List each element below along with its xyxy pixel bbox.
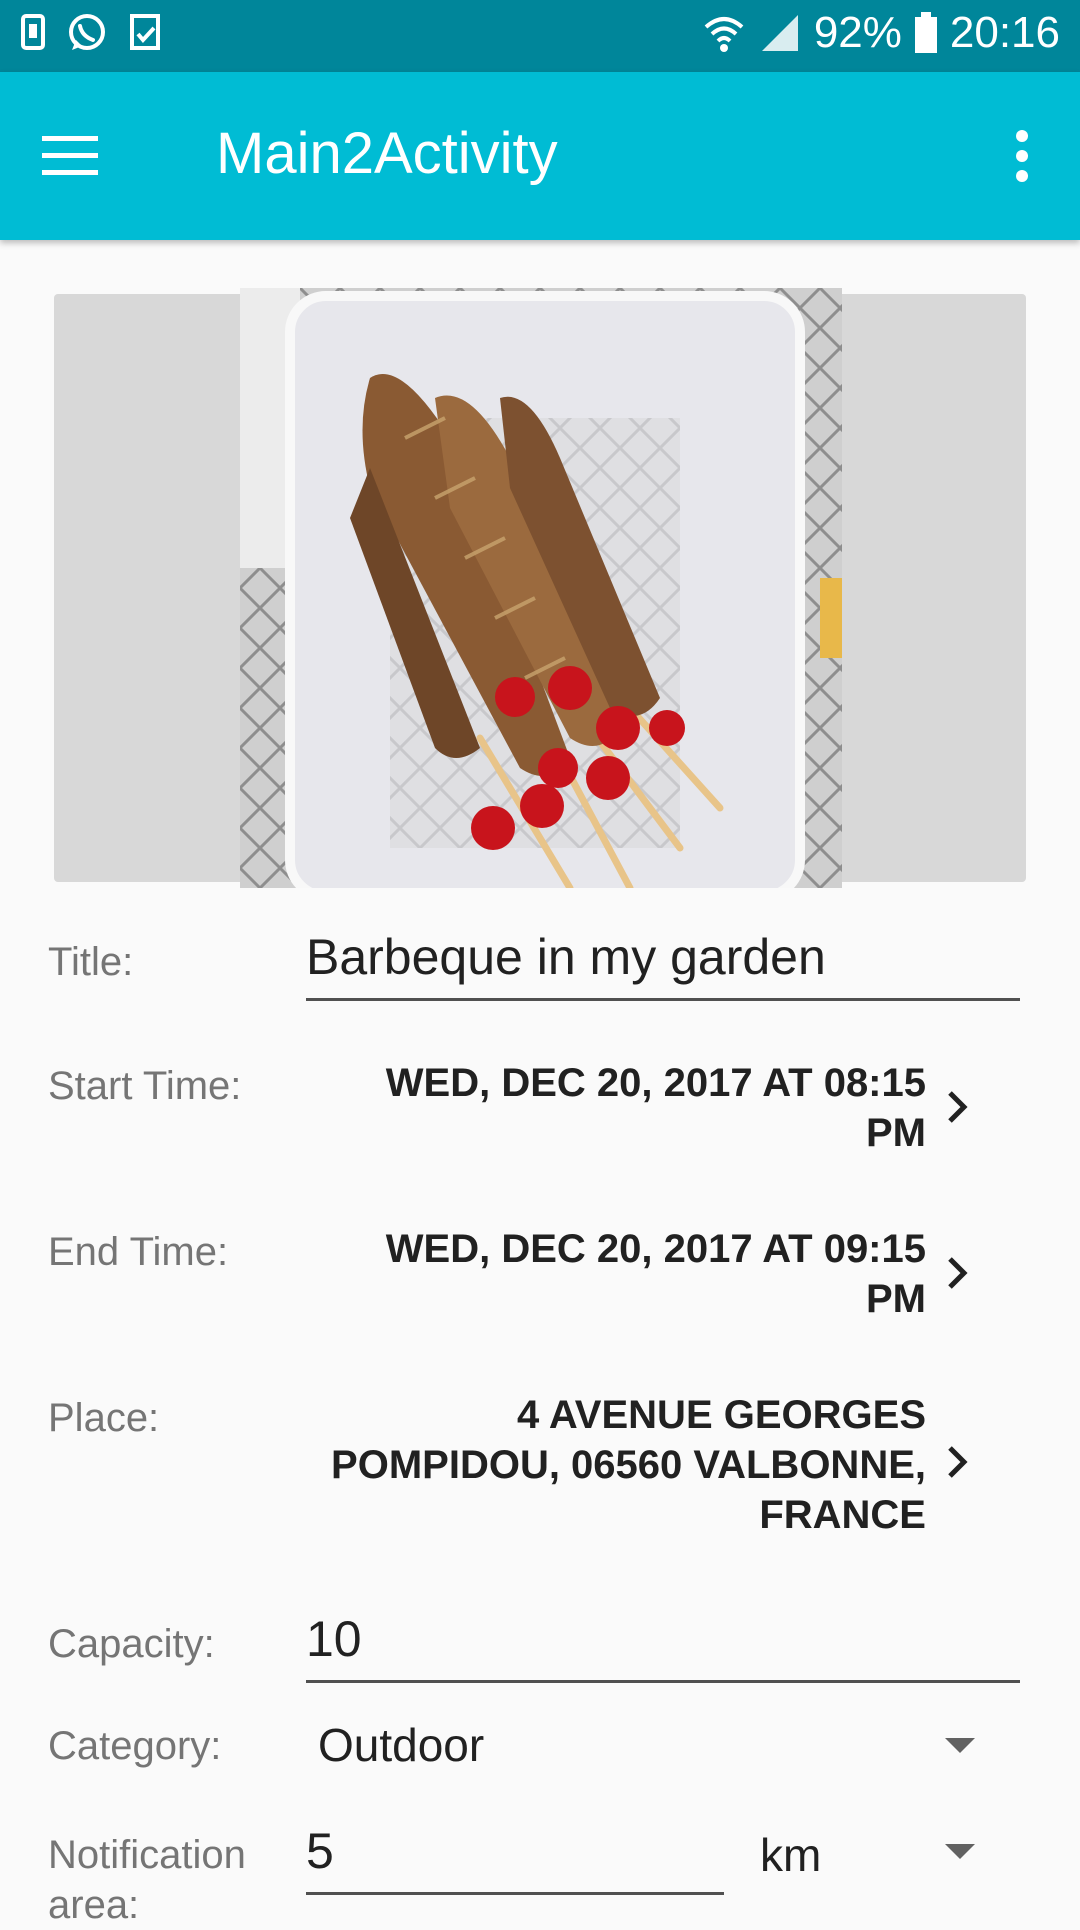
place-line1: 4 AVENUE GEORGES [517, 1393, 926, 1437]
clock: 20:16 [949, 8, 1060, 57]
dropdown-arrow-icon[interactable] [945, 1738, 975, 1753]
category-value: Outdoor [318, 1719, 485, 1771]
app-title: Main2Activity [216, 121, 558, 186]
battery-percent: 92% [813, 8, 902, 57]
status-bar: 92% 20:16 [0, 0, 1080, 72]
chevron-right-icon[interactable] [942, 1442, 972, 1482]
title-label: Title: [48, 940, 134, 984]
notification-input[interactable]: 5 [306, 1822, 724, 1895]
notification-label: Notification area: [48, 1833, 246, 1927]
start-time-line2: PM [866, 1111, 926, 1155]
capacity-input[interactable]: 10 [306, 1610, 1020, 1683]
sync-icon [130, 14, 160, 50]
place-line3: FRANCE [759, 1493, 926, 1537]
place-line2: POMPIDOU, 06560 VALBONNE, [331, 1443, 926, 1487]
wifi-icon [704, 17, 744, 52]
start-time-value[interactable]: WED, DEC 20, 2017 AT 08:15 PM [386, 1058, 926, 1158]
dropdown-arrow-icon[interactable] [945, 1844, 975, 1859]
title-input[interactable]: Barbeque in my garden [306, 928, 1020, 1001]
place-value[interactable]: 4 AVENUE GEORGES POMPIDOU, 06560 VALBONN… [331, 1390, 926, 1540]
category-label: Category: [48, 1724, 222, 1768]
capacity-label: Capacity: [48, 1622, 215, 1666]
sim-icon [21, 14, 45, 50]
hamburger-menu-icon[interactable] [42, 134, 98, 178]
end-time-value[interactable]: WED, DEC 20, 2017 AT 09:15 PM [386, 1224, 926, 1324]
end-time-line2: PM [866, 1277, 926, 1321]
start-time-label: Start Time: [48, 1064, 242, 1108]
battery-icon [914, 12, 937, 53]
unit-value: km [760, 1829, 822, 1881]
event-photo[interactable] [240, 288, 842, 888]
more-vert-icon[interactable] [1014, 130, 1030, 182]
app-bar: Main2Activity [0, 72, 1080, 240]
end-time-line1: WED, DEC 20, 2017 AT 09:15 [385, 1227, 926, 1271]
start-time-line1: WED, DEC 20, 2017 AT 08:15 [385, 1061, 926, 1105]
place-label: Place: [48, 1396, 160, 1440]
end-time-label: End Time: [48, 1230, 229, 1274]
whatsapp-icon [69, 14, 105, 50]
chevron-right-icon[interactable] [942, 1087, 972, 1127]
signal-icon [761, 15, 798, 51]
chevron-right-icon[interactable] [942, 1253, 972, 1293]
